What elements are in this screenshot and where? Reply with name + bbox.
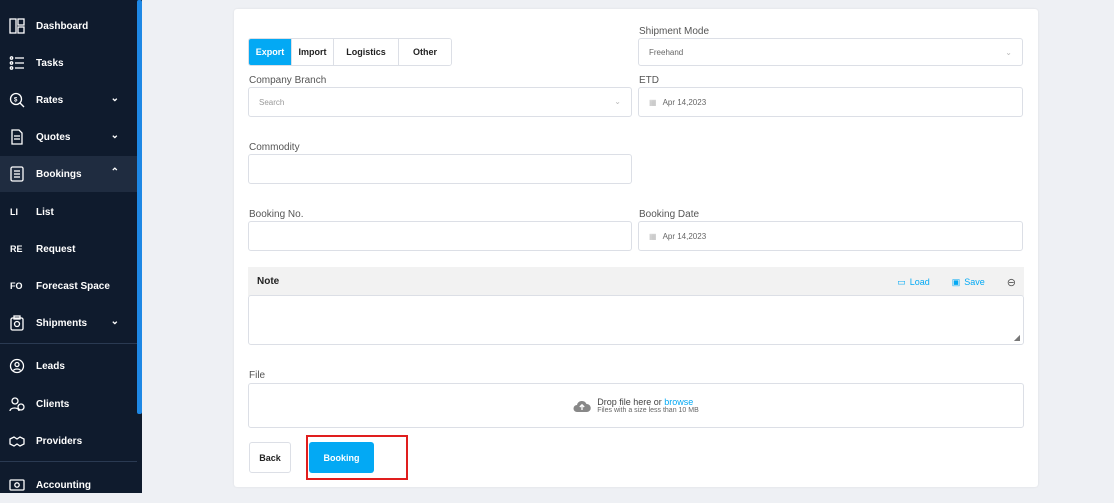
chevron-down-icon: ⌄ xyxy=(110,316,119,327)
booking-date-label: Booking Date xyxy=(639,209,700,220)
sidebar-divider xyxy=(0,343,137,344)
tab-export[interactable]: Export xyxy=(249,39,292,65)
dashboard-icon xyxy=(8,17,26,35)
browse-link[interactable]: browse xyxy=(664,397,693,407)
shipment-mode-label: Shipment Mode xyxy=(639,26,710,37)
sidebar-item-label: Bookings xyxy=(36,168,82,180)
sidebar-scrollbar[interactable] xyxy=(137,0,142,414)
note-header: Note ▭ Load ▣ Save ⊖ xyxy=(248,267,1024,296)
tab-other[interactable]: Other xyxy=(399,39,451,65)
tab-logistics[interactable]: Logistics xyxy=(334,39,399,65)
clients-icon xyxy=(8,395,26,413)
sidebar-item-providers[interactable]: Providers xyxy=(0,423,137,459)
file-dropzone[interactable]: Drop file here or browse Files with a si… xyxy=(248,383,1024,428)
save-label: Save xyxy=(964,277,985,287)
sidebar: Dashboard Tasks $ Rates ⌄ Quotes ⌄ Booki… xyxy=(0,0,142,493)
save-note-button[interactable]: ▣ Save xyxy=(952,277,985,288)
sidebar-item-abbr: FO xyxy=(10,281,23,291)
sidebar-item-label: Tasks xyxy=(36,57,64,69)
etd-value: Apr 14,2023 xyxy=(662,97,707,107)
floppy-icon: ▣ xyxy=(951,277,961,287)
sidebar-divider xyxy=(0,461,137,462)
etd-label: ETD xyxy=(639,75,659,86)
shipment-mode-value: Freehand xyxy=(649,47,684,57)
sidebar-item-label: Rates xyxy=(36,94,64,106)
sidebar-item-label: Leads xyxy=(36,360,65,372)
company-branch-select[interactable]: Search ⌄ xyxy=(248,87,632,117)
booking-no-label: Booking No. xyxy=(249,209,304,220)
sidebar-item-bookings[interactable]: Bookings ⌃ xyxy=(0,156,137,192)
rates-icon: $ xyxy=(8,91,26,109)
file-size-limit: Files with a size less than 10 MB xyxy=(597,407,699,414)
accounting-icon xyxy=(8,476,26,494)
sidebar-item-request[interactable]: RE Request xyxy=(0,231,137,267)
sidebar-item-label: Quotes xyxy=(36,131,71,143)
sidebar-item-clients[interactable]: Clients xyxy=(0,386,137,422)
sidebar-item-shipments[interactable]: Shipments ⌄ xyxy=(0,305,137,341)
back-button[interactable]: Back xyxy=(249,442,291,473)
load-label: Load xyxy=(909,277,930,287)
svg-text:$: $ xyxy=(14,98,18,104)
booking-no-input[interactable] xyxy=(248,221,632,251)
leads-icon xyxy=(8,357,26,375)
sidebar-item-tasks[interactable]: Tasks xyxy=(0,45,137,81)
collapse-icon[interactable]: ⊖ xyxy=(1007,276,1016,289)
sidebar-item-label: Request xyxy=(36,243,76,255)
tasks-icon xyxy=(8,54,26,72)
sidebar-item-forecast-space[interactable]: FO Forecast Space xyxy=(0,268,137,304)
highlight-box xyxy=(306,435,408,480)
chevron-down-icon: ⌄ xyxy=(614,97,621,106)
commodity-input[interactable] xyxy=(248,154,632,184)
providers-icon xyxy=(8,432,26,450)
booking-date-value: Apr 14,2023 xyxy=(662,231,707,241)
sidebar-item-label: Clients xyxy=(36,398,70,410)
sidebar-item-label: List xyxy=(36,206,54,218)
booking-form-card: Export Import Logistics Other Shipment M… xyxy=(234,9,1038,487)
folder-icon: ▭ xyxy=(897,277,906,287)
drop-text: Drop file here or xyxy=(597,397,665,407)
chevron-up-icon: ⌃ xyxy=(110,167,119,178)
dropzone-text-block: Drop file here or browse Files with a si… xyxy=(597,397,699,414)
sidebar-item-rates[interactable]: $ Rates ⌄ xyxy=(0,82,137,118)
calendar-icon: ▦ xyxy=(649,97,657,107)
sidebar-item-label: Accounting xyxy=(36,479,91,491)
chevron-down-icon: ⌄ xyxy=(110,93,119,104)
commodity-label: Commodity xyxy=(249,142,300,153)
sidebar-item-dashboard[interactable]: Dashboard xyxy=(0,8,137,44)
sidebar-item-label: Providers xyxy=(36,435,83,447)
resize-grip-icon[interactable]: ◢ xyxy=(1014,333,1020,342)
sidebar-item-leads[interactable]: Leads xyxy=(0,348,137,384)
dropzone-content: Drop file here or browse Files with a si… xyxy=(573,397,699,414)
sidebar-item-label: Shipments xyxy=(36,317,88,329)
shipments-icon xyxy=(8,314,26,332)
note-textarea[interactable]: ◢ xyxy=(248,295,1024,345)
calendar-icon: ▦ xyxy=(649,231,657,241)
sidebar-item-list[interactable]: LI List xyxy=(0,194,137,230)
cloud-upload-icon xyxy=(573,400,591,412)
company-branch-label: Company Branch xyxy=(249,75,327,86)
chevron-down-icon: ⌄ xyxy=(110,130,119,141)
note-actions: ▭ Load ▣ Save ⊖ xyxy=(897,276,1016,289)
sidebar-item-quotes[interactable]: Quotes ⌄ xyxy=(0,119,137,155)
sidebar-item-abbr: LI xyxy=(10,207,18,217)
bookings-icon xyxy=(8,165,26,183)
etd-date-field[interactable]: ▦ Apr 14,2023 xyxy=(638,87,1023,117)
dropzone-text: Drop file here or browse xyxy=(597,397,699,407)
sidebar-item-label: Forecast Space xyxy=(36,280,110,292)
sidebar-item-abbr: RE xyxy=(10,244,23,254)
sidebar-item-label: Dashboard xyxy=(36,20,89,32)
tab-import[interactable]: Import xyxy=(292,39,334,65)
sidebar-item-accounting[interactable]: Accounting xyxy=(0,467,137,503)
file-label: File xyxy=(249,370,266,381)
note-label: Note xyxy=(257,276,280,287)
shipment-mode-select[interactable]: Freehand ⌄ xyxy=(638,38,1023,66)
load-note-button[interactable]: ▭ Load xyxy=(897,277,930,288)
quotes-icon xyxy=(8,128,26,146)
direction-tabs: Export Import Logistics Other xyxy=(248,38,452,66)
booking-date-field[interactable]: ▦ Apr 14,2023 xyxy=(638,221,1023,251)
company-branch-placeholder: Search xyxy=(259,97,285,107)
chevron-down-icon: ⌄ xyxy=(1005,48,1012,57)
